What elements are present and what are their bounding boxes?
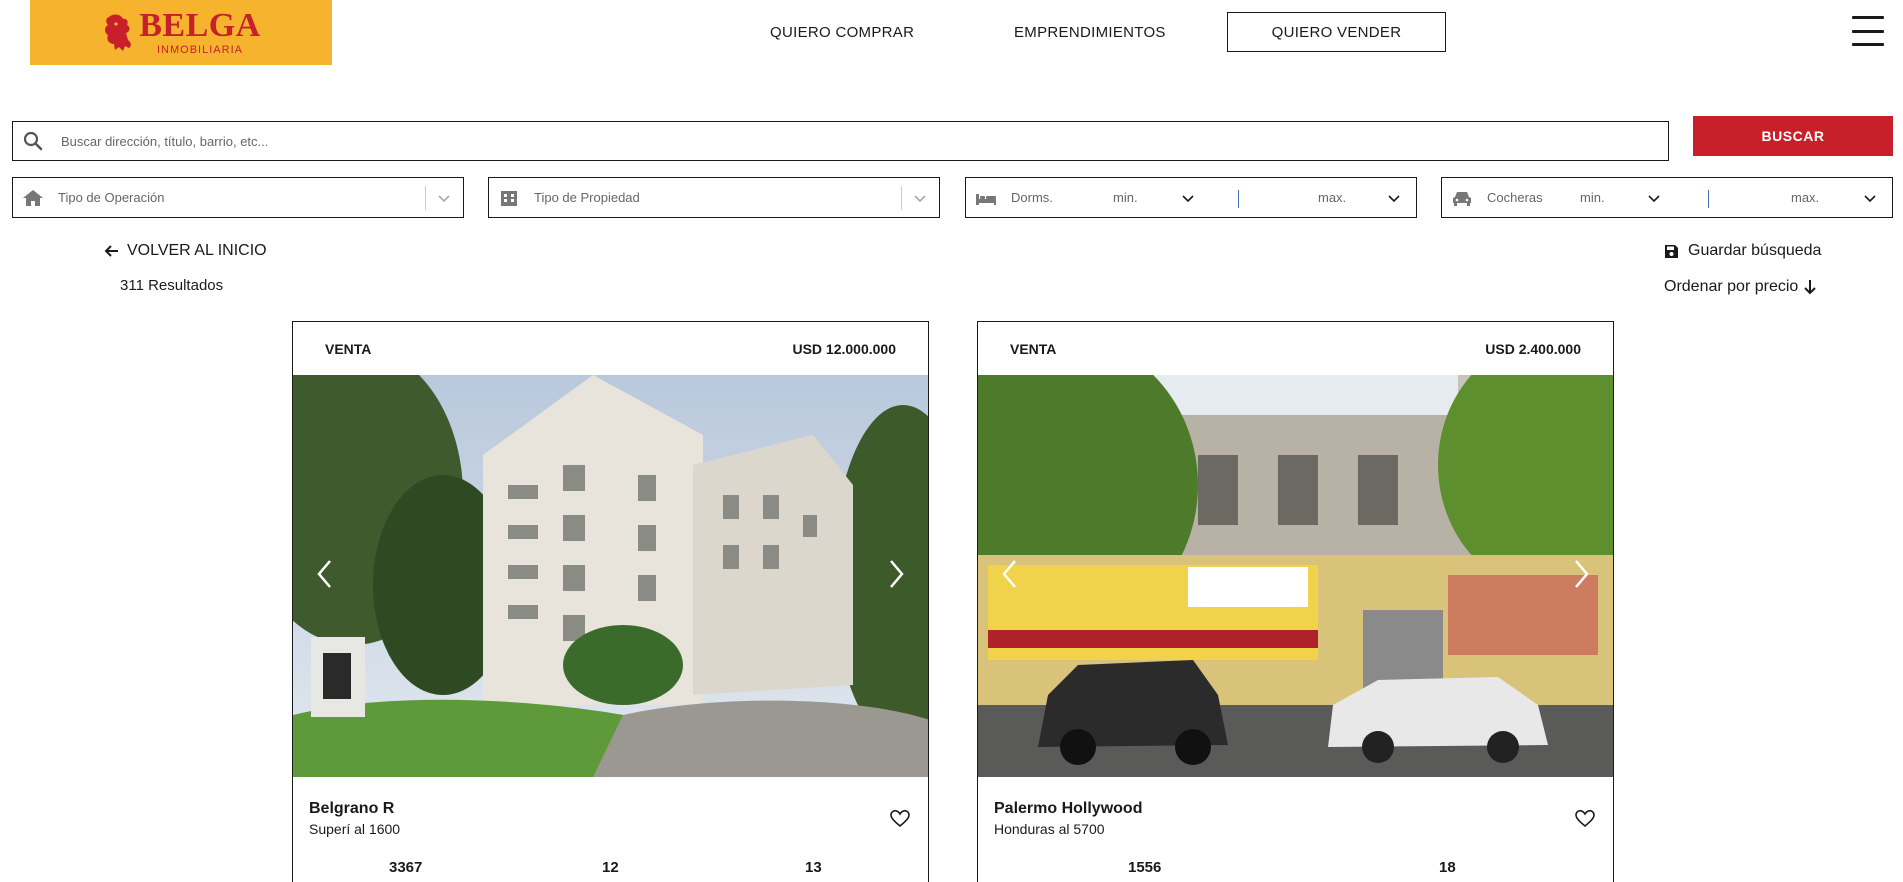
nav-developments-link[interactable]: EMPRENDIMIENTOS — [1014, 12, 1166, 52]
listing-bathrooms: 13 — [805, 859, 822, 876]
listing-address: Honduras al 5700 — [994, 821, 1105, 837]
sort-by-price-label: Ordenar por precio — [1664, 278, 1799, 295]
listing-card[interactable]: VENTA USD 2.400.000 Palermo Hollywood Ho… — [977, 321, 1614, 882]
chevron-down-icon — [438, 195, 450, 203]
search-input[interactable] — [61, 133, 1621, 149]
nav-buy-link[interactable]: QUIERO COMPRAR — [770, 12, 914, 52]
listing-card[interactable]: VENTA USD 12.000.000 Belgrano R Superí a… — [292, 321, 929, 882]
listing-operation: VENTA — [1010, 340, 1057, 357]
bedrooms-filter: Dorms. min. max. — [965, 177, 1417, 218]
search-button[interactable]: BUSCAR — [1693, 116, 1893, 156]
building-icon — [501, 190, 517, 206]
listing-area: 1556 — [1128, 859, 1162, 876]
carousel-prev-icon[interactable] — [1000, 557, 1020, 591]
garages-max-select[interactable]: max. — [1791, 190, 1819, 205]
property-type-label: Tipo de Propiedad — [534, 190, 640, 205]
nav-sell-button[interactable]: QUIERO VENDER — [1227, 12, 1446, 52]
home-icon — [23, 189, 43, 206]
lion-icon — [105, 14, 132, 51]
listing-area: 3367 — [389, 859, 423, 876]
listing-photo[interactable] — [293, 375, 928, 777]
chevron-down-icon[interactable] — [1181, 191, 1195, 205]
favorite-heart-icon[interactable] — [890, 809, 910, 829]
bed-icon — [976, 193, 996, 205]
listing-address: Superí al 1600 — [309, 821, 401, 837]
listing-rooms: 18 — [1439, 859, 1456, 876]
listing-header: VENTA USD 2.400.000 — [978, 322, 1613, 375]
site-header: BELGA INMOBILIARIA QUIERO COMPRAR EMPREN… — [0, 0, 1903, 72]
car-icon — [1453, 191, 1471, 206]
bedrooms-max-select[interactable]: max. — [1318, 190, 1346, 205]
carousel-next-icon[interactable] — [886, 557, 906, 591]
building-photo — [978, 375, 1613, 777]
building-photo — [293, 375, 928, 777]
arrow-left-icon — [104, 245, 118, 257]
listing-photo[interactable] — [978, 375, 1613, 777]
chevron-down-icon[interactable] — [1387, 191, 1401, 205]
listing-title[interactable]: Belgrano R — [309, 800, 394, 818]
sort-by-price-button[interactable]: Ordenar por precio — [1664, 278, 1817, 296]
back-to-home-link[interactable]: VOLVER AL INICIO — [104, 242, 267, 260]
listing-stats: 1556 18 — [978, 859, 1613, 882]
search-icon — [23, 131, 43, 151]
operation-type-select[interactable]: Tipo de Operación — [12, 177, 464, 218]
garages-min-select[interactable]: min. — [1580, 190, 1605, 205]
arrow-down-icon — [1804, 280, 1817, 295]
listing-header: VENTA USD 12.000.000 — [293, 322, 928, 375]
brand-name: BELGA — [139, 7, 261, 44]
results-count: 311 Resultados — [120, 277, 224, 294]
save-search-label: Guardar búsqueda — [1688, 242, 1822, 259]
chevron-down-icon — [914, 195, 926, 203]
brand-tagline: INMOBILIARIA — [157, 44, 243, 56]
property-type-select[interactable]: Tipo de Propiedad — [488, 177, 940, 218]
listing-title[interactable]: Palermo Hollywood — [994, 800, 1142, 818]
listing-stats: 3367 12 13 — [293, 859, 928, 882]
listing-operation: VENTA — [325, 340, 372, 357]
carousel-next-icon[interactable] — [1571, 557, 1591, 591]
listing-price: USD 2.400.000 — [1485, 340, 1581, 357]
operation-type-label: Tipo de Operación — [58, 190, 165, 205]
save-search-button[interactable]: Guardar búsqueda — [1664, 242, 1821, 260]
listing-price: USD 12.000.000 — [792, 340, 896, 357]
garages-filter: Cocheras min. max. — [1441, 177, 1893, 218]
menu-icon[interactable] — [1852, 16, 1884, 46]
chevron-down-icon[interactable] — [1647, 191, 1661, 205]
search-box — [12, 121, 1669, 161]
bedrooms-min-select[interactable]: min. — [1113, 190, 1138, 205]
listing-rooms: 12 — [602, 859, 619, 876]
chevron-down-icon[interactable] — [1863, 191, 1877, 205]
favorite-heart-icon[interactable] — [1575, 809, 1595, 829]
save-icon — [1665, 244, 1678, 258]
garages-label: Cocheras — [1487, 190, 1543, 205]
bedrooms-label: Dorms. — [1011, 190, 1053, 205]
brand-logo[interactable]: BELGA INMOBILIARIA — [30, 0, 332, 65]
back-to-home-label: VOLVER AL INICIO — [127, 242, 267, 259]
carousel-prev-icon[interactable] — [315, 557, 335, 591]
